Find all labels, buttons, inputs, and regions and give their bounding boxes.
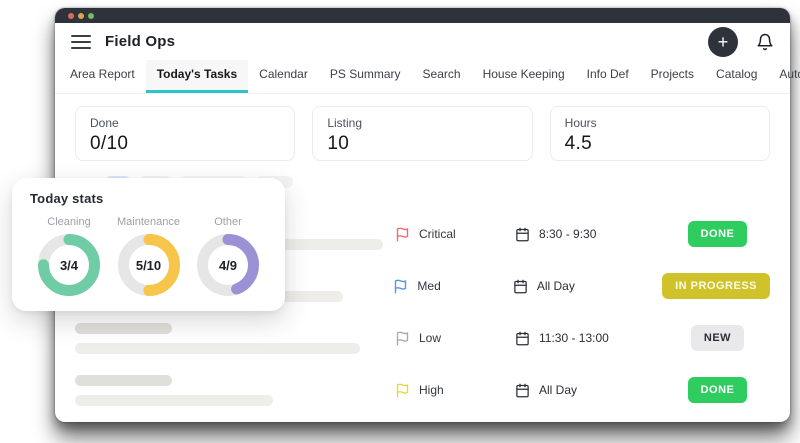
calendar-icon <box>515 331 530 346</box>
donut-label: Maintenance <box>117 216 180 228</box>
priority-label: Critical <box>419 227 456 241</box>
tab-house-keeping[interactable]: House Keeping <box>472 60 576 93</box>
tab-automations[interactable]: Automations <box>768 60 800 93</box>
minimize-window-icon[interactable] <box>78 13 84 19</box>
tab-ps-summary[interactable]: PS Summary <box>319 60 412 93</box>
tab-todays-tasks[interactable]: Today's Tasks <box>146 60 248 93</box>
tab-bar: Area Report Today's Tasks Calendar PS Su… <box>55 60 790 94</box>
menu-icon[interactable] <box>71 35 91 49</box>
calendar-icon <box>515 383 530 398</box>
tab-projects[interactable]: Projects <box>640 60 705 93</box>
stat-card-hours[interactable]: Hours 4.5 <box>550 106 770 161</box>
time-label: 8:30 - 9:30 <box>539 227 596 241</box>
flag-icon <box>395 383 410 398</box>
tab-info-def[interactable]: Info Def <box>576 60 640 93</box>
donut-maintenance: Maintenance 5/10 <box>110 216 188 296</box>
status-badge[interactable]: DONE <box>688 221 748 247</box>
task-text-skeleton <box>75 375 395 406</box>
app-header: Field Ops + <box>55 23 790 60</box>
stat-card-listing[interactable]: Listing 10 <box>312 106 532 161</box>
stat-label: Done <box>90 116 280 130</box>
donut-label: Cleaning <box>47 216 90 228</box>
stat-value: 4.5 <box>565 133 755 155</box>
tab-catalog[interactable]: Catalog <box>705 60 768 93</box>
task-text-skeleton <box>75 323 395 354</box>
donut-value: 5/10 <box>118 234 180 296</box>
tab-area-report[interactable]: Area Report <box>59 60 146 93</box>
flag-icon <box>395 331 410 346</box>
flag-icon <box>395 227 410 242</box>
plus-icon: + <box>718 33 729 51</box>
priority-label: Med <box>417 279 440 293</box>
popup-title: Today stats <box>30 191 267 206</box>
tab-search[interactable]: Search <box>412 60 472 93</box>
stat-value: 0/10 <box>90 133 280 155</box>
status-badge[interactable]: NEW <box>691 325 744 351</box>
donut-label: Other <box>214 216 242 228</box>
stat-card-done[interactable]: Done 0/10 <box>75 106 295 161</box>
status-badge[interactable]: DONE <box>688 377 748 403</box>
page-title: Field Ops <box>105 33 175 50</box>
close-window-icon[interactable] <box>68 13 74 19</box>
table-row[interactable]: High All Day DONE <box>75 364 770 416</box>
flag-icon <box>393 279 408 294</box>
stat-label: Listing <box>327 116 517 130</box>
time-label: All Day <box>539 383 577 397</box>
donut-chart-row: Cleaning 3/4 Maintenance 5/10 Other <box>30 216 267 296</box>
stat-cards-row: Done 0/10 Listing 10 Hours 4.5 <box>75 106 770 161</box>
priority-label: Low <box>419 331 441 345</box>
bell-icon[interactable] <box>756 33 774 51</box>
table-row[interactable]: Low 11:30 - 13:00 NEW <box>75 312 770 364</box>
calendar-icon <box>515 227 530 242</box>
calendar-icon <box>513 279 528 294</box>
donut-other: Other 4/9 <box>189 216 267 296</box>
donut-value: 4/9 <box>197 234 259 296</box>
tab-calendar[interactable]: Calendar <box>248 60 319 93</box>
stat-value: 10 <box>327 133 517 155</box>
stat-label: Hours <box>565 116 755 130</box>
time-label: All Day <box>537 279 575 293</box>
window-titlebar <box>55 8 790 23</box>
donut-value: 3/4 <box>38 234 100 296</box>
zoom-window-icon[interactable] <box>88 13 94 19</box>
donut-cleaning: Cleaning 3/4 <box>30 216 108 296</box>
add-button[interactable]: + <box>708 27 738 57</box>
time-label: 11:30 - 13:00 <box>539 331 609 345</box>
status-badge[interactable]: IN PROGRESS <box>662 273 770 299</box>
today-stats-popup: Today stats Cleaning 3/4 Maintenance 5/1… <box>12 178 285 311</box>
priority-label: High <box>419 383 444 397</box>
